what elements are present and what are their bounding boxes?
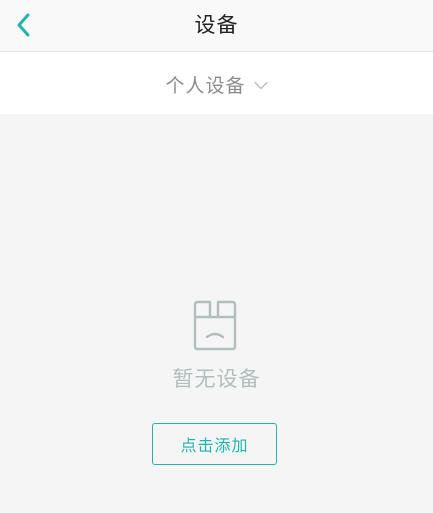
top-bar: 设备 bbox=[0, 0, 433, 52]
empty-box-icon bbox=[190, 298, 240, 352]
device-type-label: 个人设备 bbox=[165, 74, 246, 97]
empty-message: 暂无设备 bbox=[172, 367, 261, 391]
add-device-button[interactable]: 点击添加 bbox=[152, 423, 277, 465]
page-title: 设备 bbox=[194, 13, 239, 37]
chevron-down-icon bbox=[253, 81, 268, 90]
device-type-selector[interactable]: 个人设备 bbox=[0, 70, 433, 98]
device-type-bar: 个人设备 bbox=[0, 52, 433, 114]
